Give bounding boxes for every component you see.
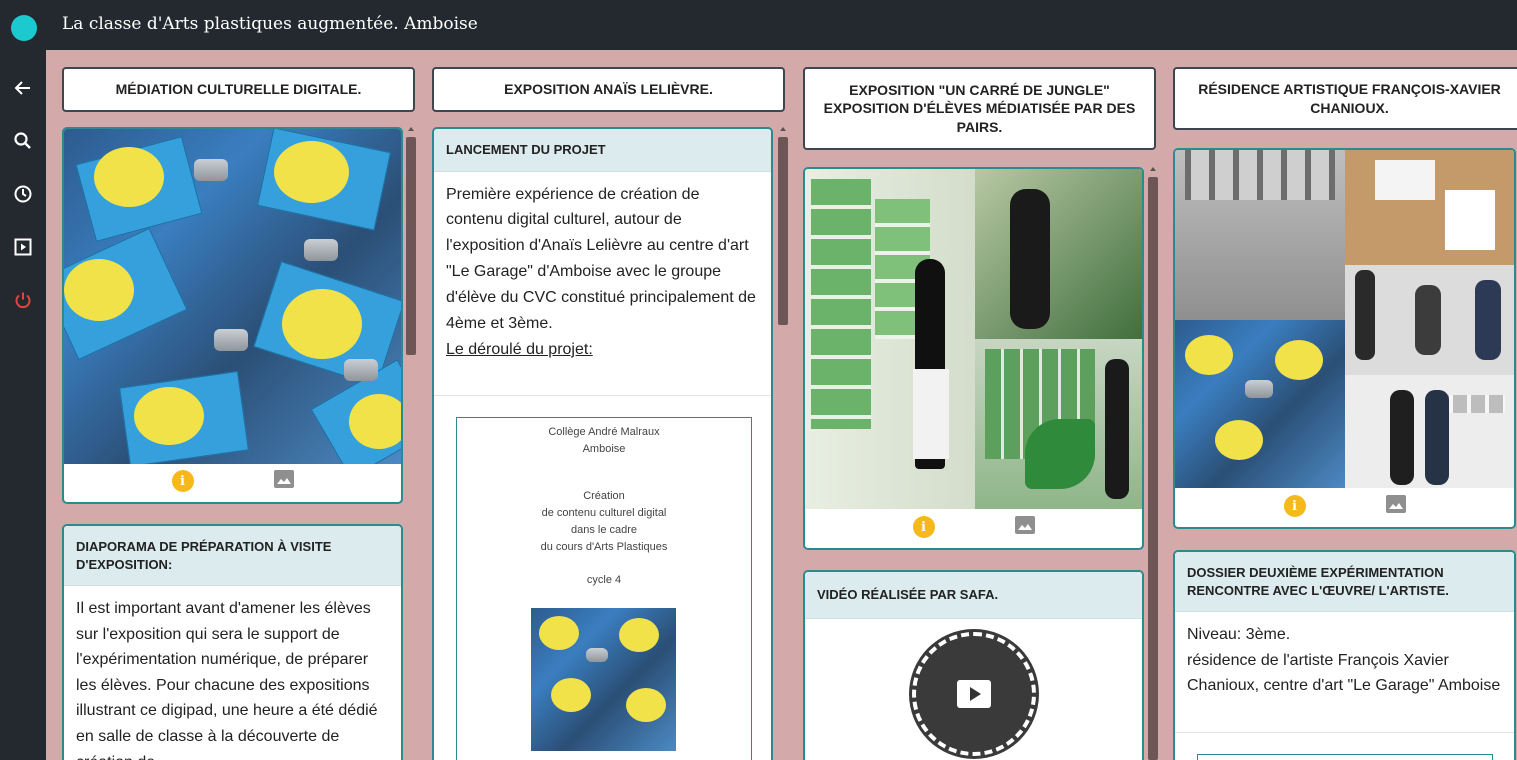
- app-logo[interactable]: [11, 15, 37, 41]
- doc-line: de contenu culturel digital: [541, 507, 667, 520]
- doc-line: Création: [583, 490, 625, 503]
- residence-photo[interactable]: [1175, 150, 1514, 488]
- doc-line: Amboise: [582, 443, 626, 456]
- video-card-safa[interactable]: VIDÉO RÉALISÉE PAR SAFA.: [803, 570, 1144, 760]
- card-body: Il est important avant d'amener les élèv…: [76, 600, 378, 760]
- info-icon[interactable]: i: [171, 470, 194, 492]
- text-card-diaporama[interactable]: DIAPORAMA DE PRÉPARATION À VISITE D'EXPO…: [62, 524, 403, 760]
- text-card-dossier[interactable]: DOSSIER DEUXIÈME EXPÉRIMENTATION RENCONT…: [1173, 550, 1516, 760]
- slideshow-icon[interactable]: [0, 227, 46, 267]
- image-card-residence[interactable]: i: [1173, 148, 1516, 529]
- column-3-scrollbar[interactable]: [1148, 167, 1158, 760]
- image-icon[interactable]: [1385, 495, 1406, 517]
- power-icon[interactable]: [0, 280, 46, 320]
- info-icon[interactable]: i: [912, 516, 935, 538]
- column-header-residence[interactable]: RÉSIDENCE ARTISTIQUE FRANÇOIS-XAVIER CHA…: [1173, 67, 1517, 130]
- doc-line: du cours d'Arts Plastiques: [540, 541, 668, 554]
- doc-line: cycle 4: [586, 574, 622, 587]
- video-play-button[interactable]: [912, 632, 1036, 756]
- image-card-badges[interactable]: i: [62, 127, 403, 504]
- card-body: Niveau: 3ème. résidence de l'artiste Fra…: [1175, 612, 1514, 709]
- column-header-jungle[interactable]: EXPOSITION "UN CARRÉ DE JUNGLE" EXPOSITI…: [803, 67, 1156, 150]
- column-header-anais[interactable]: EXPOSITION ANAÏS LELIÈVRE.: [432, 67, 785, 112]
- image-card-footer: i: [64, 460, 401, 502]
- card-title: LANCEMENT DU PROJET: [434, 129, 771, 172]
- badges-photo[interactable]: [64, 129, 401, 464]
- card-body-text: Première expérience de création de conte…: [446, 185, 756, 333]
- project-link[interactable]: Le déroulé du projet:: [446, 337, 759, 363]
- image-icon[interactable]: [273, 470, 294, 492]
- card-body-line: résidence de l'artiste François Xavier C…: [1187, 651, 1501, 695]
- image-card-jungle[interactable]: i: [803, 167, 1144, 550]
- sidebar: [0, 50, 46, 760]
- doc-line: Collège André Malraux: [548, 426, 660, 438]
- app-title: La classe d'Arts plastiques augmentée. A…: [62, 14, 478, 34]
- embedded-document[interactable]: [1197, 754, 1493, 760]
- jungle-photo[interactable]: [805, 169, 1142, 509]
- doc-thumbnail: [531, 608, 676, 751]
- image-icon[interactable]: [1014, 516, 1035, 538]
- text-card-lancement[interactable]: LANCEMENT DU PROJET Première expérience …: [432, 127, 773, 760]
- image-card-footer: i: [1175, 485, 1514, 527]
- card-title: DOSSIER DEUXIÈME EXPÉRIMENTATION RENCONT…: [1175, 552, 1514, 613]
- image-card-footer: i: [805, 506, 1142, 548]
- back-arrow-icon[interactable]: [0, 68, 46, 108]
- embedded-document[interactable]: Collège André Malraux Amboise Création d…: [456, 417, 752, 760]
- card-body-line: Niveau: 3ème.: [1187, 626, 1291, 644]
- column-1-scrollbar[interactable]: [406, 127, 416, 367]
- info-icon[interactable]: i: [1283, 495, 1306, 517]
- card-title: VIDÉO RÉALISÉE PAR SAFA.: [805, 572, 1142, 619]
- top-bar: La classe d'Arts plastiques augmentée. A…: [0, 0, 1517, 50]
- doc-line: dans le cadre: [570, 524, 638, 537]
- column-2-scrollbar[interactable]: [778, 127, 788, 337]
- clock-icon[interactable]: [0, 174, 46, 214]
- play-icon: [957, 680, 991, 708]
- search-icon[interactable]: [0, 121, 46, 161]
- column-header-mediation[interactable]: MÉDIATION CULTURELLE DIGITALE.: [62, 67, 415, 112]
- card-title: DIAPORAMA DE PRÉPARATION À VISITE D'EXPO…: [64, 526, 401, 587]
- card-body: Première expérience de création de conte…: [434, 172, 771, 373]
